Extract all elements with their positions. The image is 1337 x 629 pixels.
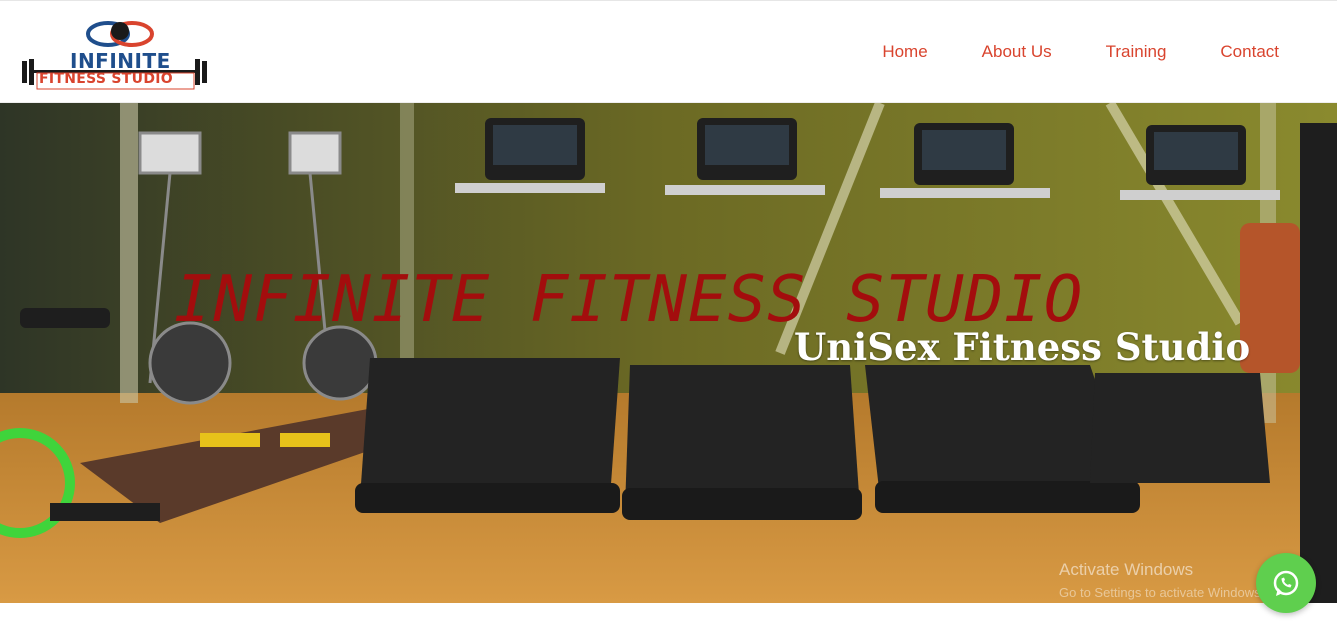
- activate-windows-hint: Go to Settings to activate Windows.: [1059, 585, 1265, 600]
- main-nav: Home About Us Training Contact: [882, 42, 1279, 62]
- whatsapp-button[interactable]: [1256, 553, 1316, 613]
- hero-subtitle: UniSex Fitness Studio: [794, 325, 1251, 369]
- hero-banner: INFINITE FITNESS STUDIO UniSex Fitness S…: [0, 103, 1337, 603]
- logo-title: INFINITE: [70, 49, 171, 73]
- nav-link-training[interactable]: Training: [1106, 42, 1167, 62]
- logo-subtitle: FITNESS STUDIO: [39, 71, 173, 87]
- site-header: INFINITE FITNESS STUDIO Home About Us Tr…: [0, 0, 1337, 103]
- nav-link-about[interactable]: About Us: [982, 42, 1052, 62]
- nav-link-home[interactable]: Home: [882, 42, 927, 62]
- activate-windows-title: Activate Windows: [1059, 560, 1194, 579]
- nav-link-contact[interactable]: Contact: [1220, 42, 1279, 62]
- whatsapp-icon: [1273, 570, 1299, 596]
- site-logo[interactable]: INFINITE FITNESS STUDIO: [20, 17, 216, 93]
